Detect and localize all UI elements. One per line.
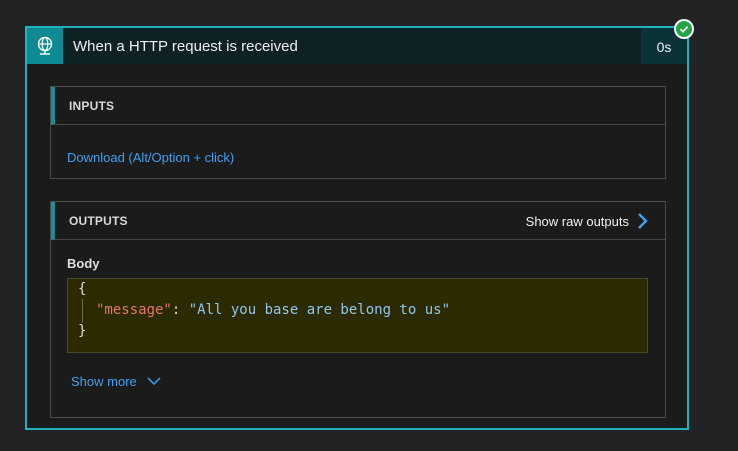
code-open-brace: { xyxy=(78,281,87,297)
show-raw-outputs-label: Show raw outputs xyxy=(525,213,629,229)
show-more-button[interactable]: Show more xyxy=(71,374,161,389)
code-close-brace: } xyxy=(78,323,87,339)
outputs-label: OUTPUTS xyxy=(69,214,128,228)
body-label: Body xyxy=(67,256,100,271)
success-check-icon xyxy=(674,19,694,39)
globe-request-icon xyxy=(27,28,63,64)
body-code-block: { "message": "All you base are belong to… xyxy=(67,278,648,353)
inputs-label: INPUTS xyxy=(69,99,115,113)
inputs-section: INPUTS Download (Alt/Option + click) xyxy=(50,86,666,179)
card-header[interactable]: When a HTTP request is received 0s xyxy=(27,28,687,64)
code-value: "All you base are belong to us" xyxy=(188,302,451,318)
inputs-header: INPUTS xyxy=(51,87,665,125)
outputs-header: OUTPUTS Show raw outputs xyxy=(51,202,665,240)
code-property-line: "message": "All you base are belong to u… xyxy=(96,302,450,318)
chevron-down-icon xyxy=(147,377,161,386)
show-more-label: Show more xyxy=(71,374,137,389)
outputs-section: OUTPUTS Show raw outputs Body { "message… xyxy=(50,201,666,418)
download-inputs-link[interactable]: Download (Alt/Option + click) xyxy=(67,150,234,165)
chevron-right-icon xyxy=(638,213,648,229)
code-indent-guide xyxy=(82,299,83,323)
code-key: "message" xyxy=(96,302,172,318)
action-card: When a HTTP request is received 0s INPUT… xyxy=(25,26,689,430)
show-raw-outputs-button[interactable]: Show raw outputs xyxy=(526,202,649,240)
code-colon: : xyxy=(171,302,189,318)
action-title: When a HTTP request is received xyxy=(73,38,298,55)
